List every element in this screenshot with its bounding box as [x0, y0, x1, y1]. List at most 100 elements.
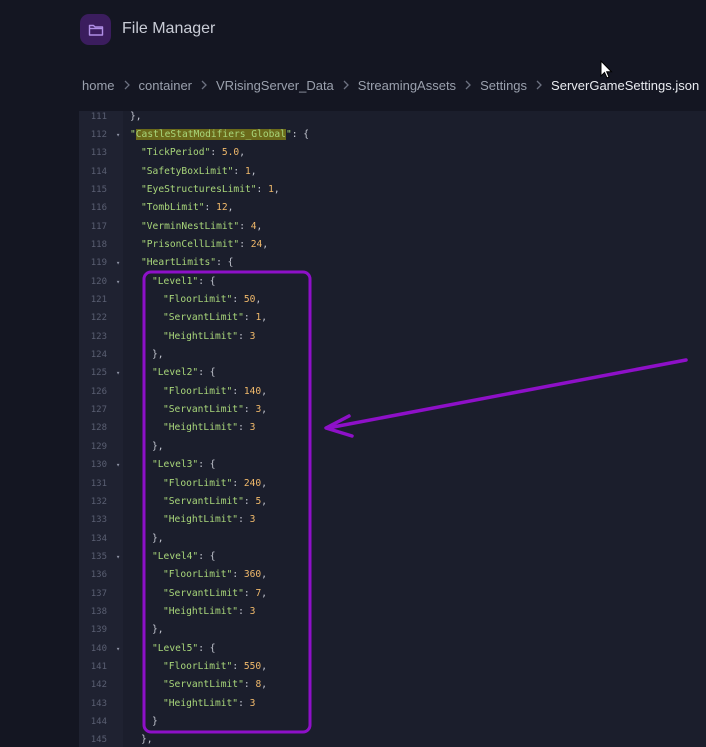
code-line[interactable]: 127 "ServantLimit": 3,	[79, 401, 706, 419]
line-number: 128	[90, 423, 107, 434]
code-editor[interactable]: 111}, 112 ▾ "CastleStatModifiers_Global": {…	[79, 111, 706, 747]
code-line[interactable]: 134},	[79, 530, 706, 548]
code-line[interactable]: 140 ▾ "Level5": {	[79, 640, 706, 658]
code-text: "VerminNestLimit": 4,	[141, 218, 262, 236]
code-text: "HeightLimit": 3	[163, 695, 255, 713]
json-punctuation: : {	[198, 275, 216, 287]
json-number: 550	[243, 661, 262, 672]
line-number: 118	[90, 239, 107, 250]
json-punctuation: ,	[261, 385, 267, 397]
code-line[interactable]: 111},	[79, 111, 706, 126]
code-line[interactable]: 135 ▾ "Level4": {	[79, 548, 706, 566]
code-line[interactable]: 125 ▾ "Level2": {	[79, 364, 706, 382]
json-punctuation: :	[239, 220, 251, 232]
code-line[interactable]: 116 "TombLimit": 12,	[79, 199, 706, 217]
fold-toggle-icon[interactable]: ▾	[116, 456, 120, 474]
code-line[interactable]: 130 ▾ "Level3": {	[79, 456, 706, 474]
code-text: "Level4": {	[152, 548, 216, 566]
line-number: 116	[90, 203, 107, 214]
breadcrumb-link[interactable]: home	[82, 78, 115, 93]
json-punctuation: :	[243, 679, 256, 691]
line-number: 120	[90, 276, 107, 287]
json-key: "FloorLimit"	[163, 294, 233, 305]
code-text: "Level3": {	[152, 456, 216, 474]
line-number: 139	[90, 625, 107, 636]
json-key: "Level2"	[152, 367, 199, 379]
code-line[interactable]: 142 "ServantLimit": 8,	[79, 676, 706, 694]
code-text: "Level5": {	[152, 640, 216, 658]
code-line[interactable]: 145},	[79, 731, 706, 747]
json-punctuation: :	[238, 514, 250, 526]
json-key: "EyeStructuresLimit"	[141, 183, 257, 195]
json-punctuation: },	[152, 349, 164, 361]
json-punctuation: :	[243, 404, 256, 416]
json-punctuation: :	[210, 147, 222, 159]
code-line[interactable]: 138 "HeightLimit": 3	[79, 603, 706, 621]
code-line[interactable]: 122 "ServantLimit": 1,	[79, 309, 706, 327]
fold-toggle-icon[interactable]: ▾	[116, 364, 120, 382]
breadcrumb-link[interactable]: StreamingAssets	[358, 78, 456, 93]
code-text: "PrisonCellLimit": 24,	[141, 236, 268, 254]
code-line[interactable]: 137 "ServantLimit": 7,	[79, 585, 706, 603]
code-line[interactable]: 118 "PrisonCellLimit": 24,	[79, 236, 706, 254]
code-text: "ServantLimit": 8,	[163, 676, 267, 694]
json-punctuation: : {	[291, 128, 310, 140]
breadcrumb-link[interactable]: VRisingServer_Data	[216, 78, 334, 93]
code-line[interactable]: 121 "FloorLimit": 50,	[79, 291, 706, 309]
line-number: 127	[90, 405, 107, 416]
line-number: 143	[90, 698, 107, 709]
code-line[interactable]: 133 "HeightLimit": 3	[79, 511, 706, 529]
search-highlight: CastleStatModifiers_Global	[135, 128, 286, 140]
code-line[interactable]: 112 ▾ "CastleStatModifiers_Global": {	[79, 126, 706, 144]
code-line[interactable]: 114 "SafetyBoxLimit": 1,	[79, 163, 706, 181]
code-line[interactable]: 131 "FloorLimit": 240,	[79, 475, 706, 493]
line-number: 126	[90, 386, 107, 397]
code-text: "Level1": {	[152, 273, 216, 291]
code-line[interactable]: 113 "TickPeriod": 5.0,	[79, 144, 706, 162]
code-line[interactable]: 144}	[79, 713, 706, 731]
code-line[interactable]: 115 "EyeStructuresLimit": 1,	[79, 181, 706, 199]
code-text: "HeightLimit": 3	[163, 511, 255, 529]
json-key: "FloorLimit"	[163, 569, 233, 581]
fold-toggle-icon[interactable]: ▾	[116, 126, 120, 144]
fold-toggle-icon[interactable]: ▾	[116, 254, 120, 272]
code-line[interactable]: 129},	[79, 438, 706, 456]
json-key: "Level1"	[152, 275, 199, 287]
code-text: "HeightLimit": 3	[163, 328, 255, 346]
fold-toggle-icon[interactable]: ▾	[116, 548, 120, 566]
json-punctuation: : {	[198, 550, 216, 562]
json-punctuation: },	[152, 532, 164, 544]
code-line[interactable]: 141 "FloorLimit": 550,	[79, 658, 706, 676]
fold-toggle-icon[interactable]: ▾	[116, 273, 120, 291]
line-number: 112	[90, 129, 107, 140]
json-number: 3	[249, 514, 256, 526]
breadcrumb-link[interactable]: container	[139, 78, 192, 93]
code-text: "FloorLimit": 50,	[163, 291, 261, 309]
code-line[interactable]: 139},	[79, 621, 706, 639]
json-punctuation: :	[243, 587, 256, 599]
code-line[interactable]: 128 "HeightLimit": 3	[79, 419, 706, 437]
code-line[interactable]: 136 "FloorLimit": 360,	[79, 566, 706, 584]
json-punctuation: :	[243, 312, 256, 324]
line-number: 141	[90, 662, 107, 672]
json-key: "VerminNestLimit"	[141, 220, 240, 232]
line-number: 115	[90, 184, 107, 195]
code-line[interactable]: 119 ▾ "HeartLimits": {	[79, 254, 706, 272]
code-line[interactable]: 123 "HeightLimit": 3	[79, 328, 706, 346]
json-key: "ServantLimit"	[163, 679, 244, 691]
chevron-right-icon	[465, 80, 471, 90]
folder-icon	[88, 24, 103, 36]
json-punctuation: },	[152, 624, 164, 636]
code-line[interactable]: 124},	[79, 346, 706, 364]
code-line[interactable]: 143 "HeightLimit": 3	[79, 695, 706, 713]
code-line[interactable]: 120 ▾ "Level1": {	[79, 273, 706, 291]
line-number: 136	[90, 570, 107, 581]
code-line[interactable]: 126 "FloorLimit": 140,	[79, 383, 706, 401]
fold-toggle-icon[interactable]: ▾	[116, 640, 120, 658]
code-line[interactable]: 117 "VerminNestLimit": 4,	[79, 218, 706, 236]
json-key: "HeightLimit"	[163, 697, 239, 709]
line-number: 125	[90, 368, 107, 379]
code-text: "FloorLimit": 550,	[163, 658, 267, 676]
breadcrumb-link[interactable]: Settings	[480, 78, 527, 93]
code-line[interactable]: 132 "ServantLimit": 5,	[79, 493, 706, 511]
